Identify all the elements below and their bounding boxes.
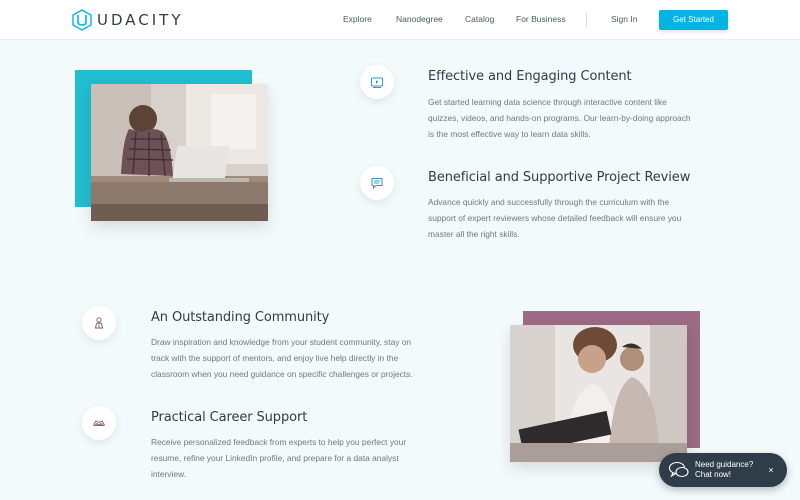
mentor-students-photo [510,325,687,462]
chat-prompt-line: Need guidance? [695,460,754,469]
feature-icon-circle [360,65,394,99]
feature-description-line: Advance quickly and successfully through… [428,197,670,207]
feature-description-line: is the most effective way to learn data … [428,129,591,139]
feature-description-line: interview. [151,469,186,479]
get-started-button[interactable]: Get Started [659,10,728,30]
feature-description-line: Receive personalized feedback from exper… [151,437,407,447]
feature-icon-circle [82,306,116,340]
feature-description: Receive personalized feedback from exper… [151,434,471,482]
nav-sign-in[interactable]: Sign In [611,14,637,24]
student-laptop-photo [91,84,268,221]
chat-bubbles-icon [668,461,689,478]
nav-for-business[interactable]: For Business [516,14,566,24]
feature-title: Effective and Engaging Content [428,69,632,84]
feature-title: An Outstanding Community [151,310,330,325]
feature-description-line: Get started learning data science throug… [428,97,667,107]
video-icon [371,77,383,88]
feature-description-line: classroom when you need guidance on spec… [151,369,413,379]
person-icon [94,317,104,329]
feature-description: Draw inspiration and knowledge from your… [151,334,471,382]
chat-prompt-line: Chat now! [695,470,732,479]
handshake-icon [93,420,105,426]
chat-widget[interactable]: Need guidance? Chat now! × [659,453,787,487]
feature-description: Get started learning data science throug… [428,94,738,142]
feature-description-line: Draw inspiration and knowledge from your… [151,337,412,347]
nav-catalog[interactable]: Catalog [465,14,494,24]
nav-nanodegree[interactable]: Nanodegree [396,14,443,24]
feature-description-line: track with the support of mentors, and e… [151,353,399,363]
feature-description-line: master all the right skills. [428,229,520,239]
nav-divider [586,13,587,27]
feature-description-line: resume, refine your LinkedIn profile, an… [151,453,399,463]
close-icon[interactable]: × [765,464,777,476]
feature-title: Beneficial and Supportive Project Review [428,170,691,185]
top-navigation-bar: UDACITY Explore Nanodegree Catalog For B… [0,0,800,40]
udacity-logo-icon [72,9,92,31]
feature-description: Advance quickly and successfully through… [428,194,738,242]
udacity-logo[interactable]: UDACITY [72,9,184,31]
feature-description-line: support of expert reviewers whose detail… [428,213,682,223]
feature-icon-circle [82,406,116,440]
feature-icon-circle [360,166,394,200]
feature-title: Practical Career Support [151,410,308,425]
logo-wordmark: UDACITY [97,11,184,29]
chat-prompt: Need guidance? Chat now! [695,460,753,480]
feature-description-line: quizzes, videos, and hands-on programs. … [428,113,691,123]
chat-bubble-icon [371,178,383,190]
nav-explore[interactable]: Explore [343,14,372,24]
